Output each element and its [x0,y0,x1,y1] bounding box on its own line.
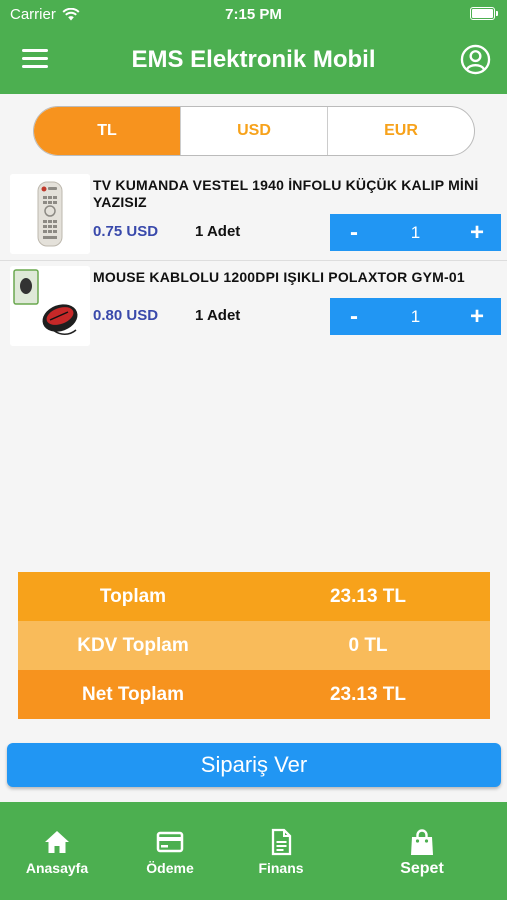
cart-item: TV KUMANDA VESTEL 1940 İNFOLU KÜÇÜK KALI… [0,174,507,258]
cart-item: MOUSE KABLOLU 1200DPI IŞIKLI POLAXTOR GY… [0,266,507,350]
status-time: 7:15 PM [225,6,282,23]
nav-label: Sepet [400,860,444,877]
battery-icon [470,7,498,20]
app-title: EMS Elektronik Mobil [131,46,376,73]
bag-icon [411,829,433,855]
quantity-label: 1 Adet [195,307,241,324]
nav-label: Finans [258,860,304,876]
totals-panel: Toplam 23.13 TL KDV Toplam 0 TL Net Topl… [18,572,490,719]
top-bar: Carrier 7:15 PM EMS Elektronik Mobil [0,0,507,94]
nav-item-home[interactable]: Anasayfa [12,828,102,876]
bottom-nav: Anasayfa Ödeme Finans Sepet [0,802,507,900]
total-value: 23.13 TL [329,586,407,607]
nav-item-finance[interactable]: Finans [236,828,326,876]
vat-label: KDV Toplam [77,635,189,656]
net-total-value: 23.13 TL [329,684,407,705]
nav-item-cart[interactable]: Sepet [377,828,467,878]
totals-row-total: Toplam 23.13 TL [18,572,490,621]
totals-row-net: Net Toplam 23.13 TL [18,670,490,719]
quantity-stepper: - 1 + [330,298,501,335]
currency-tab-tl[interactable]: TL [34,107,180,155]
product-price: 0.80 USD [93,307,159,324]
quantity-value[interactable]: 1 [378,223,453,243]
quantity-stepper: - 1 + [330,214,501,251]
decrease-button[interactable]: - [330,214,378,251]
document-icon [271,828,292,856]
increase-button[interactable]: + [453,298,501,335]
card-icon [156,831,184,853]
currency-tab-usd[interactable]: USD [180,107,327,155]
total-label: Toplam [99,586,167,607]
product-price: 0.75 USD [93,223,159,240]
place-order-button[interactable]: Sipariş Ver [7,743,501,787]
profile-icon[interactable] [460,44,491,75]
nav-item-payment[interactable]: Ödeme [125,828,215,876]
currency-tab-eur[interactable]: EUR [327,107,474,155]
vat-value: 0 TL [348,635,388,656]
nav-label: Anasayfa [25,860,89,876]
app-bar: EMS Elektronik Mobil [0,40,507,80]
currency-selector: TL USD EUR [33,106,475,156]
product-name: MOUSE KABLOLU 1200DPI IŞIKLI POLAXTOR GY… [93,269,465,285]
increase-button[interactable]: + [453,214,501,251]
decrease-button[interactable]: - [330,298,378,335]
net-total-label: Net Toplam [81,684,185,705]
totals-row-vat: KDV Toplam 0 TL [18,621,490,670]
quantity-label: 1 Adet [195,223,241,240]
nav-label: Ödeme [146,860,194,876]
product-name: TV KUMANDA VESTEL 1940 İNFOLU KÜÇÜK KALI… [93,177,479,210]
quantity-value[interactable]: 1 [378,307,453,327]
status-bar: Carrier 7:15 PM [0,5,507,25]
divider [0,260,507,261]
home-icon [45,831,69,853]
product-image [10,266,90,346]
product-image [10,174,90,254]
